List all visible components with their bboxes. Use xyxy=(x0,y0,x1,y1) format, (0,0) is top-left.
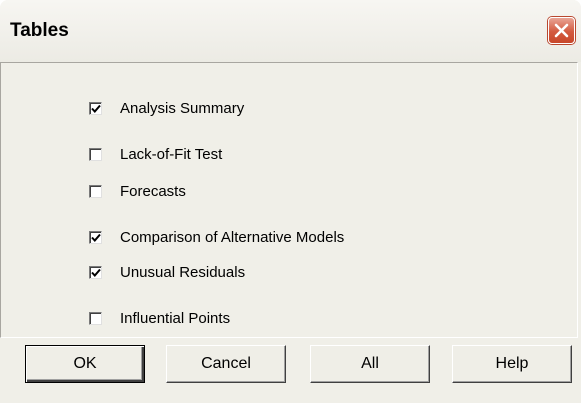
option-influential-points[interactable]: Influential Points xyxy=(89,307,230,329)
option-unusual-residuals[interactable]: Unusual Residuals xyxy=(89,261,245,283)
option-label: Comparison of Alternative Models xyxy=(120,228,345,246)
comparison-models-checkbox[interactable] xyxy=(89,230,102,244)
close-x-icon xyxy=(554,23,569,38)
option-forecasts[interactable]: Forecasts xyxy=(89,180,186,202)
ok-button[interactable]: OK xyxy=(25,345,145,383)
checkmark-icon xyxy=(91,233,101,242)
tables-dialog: Tables Analysis Summary Lack-of-Fit Test… xyxy=(0,0,581,403)
dialog-content: Analysis Summary Lack-of-Fit Test Foreca… xyxy=(0,62,581,403)
all-button[interactable]: All xyxy=(310,345,430,383)
close-button[interactable] xyxy=(548,17,575,44)
options-group: Analysis Summary Lack-of-Fit Test Foreca… xyxy=(0,62,578,338)
help-button[interactable]: Help xyxy=(452,345,572,383)
option-analysis-summary[interactable]: Analysis Summary xyxy=(89,97,244,119)
forecasts-checkbox[interactable] xyxy=(89,184,102,198)
option-label: Forecasts xyxy=(120,182,186,200)
title-bar[interactable]: Tables xyxy=(0,0,581,62)
option-label: Influential Points xyxy=(120,309,231,327)
checkmark-icon xyxy=(91,104,101,113)
unusual-residuals-checkbox[interactable] xyxy=(89,265,102,279)
influential-points-checkbox[interactable] xyxy=(89,311,102,325)
lack-of-fit-test-checkbox[interactable] xyxy=(89,147,102,161)
option-label: Lack-of-Fit Test xyxy=(120,145,223,163)
dialog-title: Tables xyxy=(10,20,69,41)
option-label: Unusual Residuals xyxy=(120,263,246,281)
checkmark-icon xyxy=(91,268,101,277)
cancel-button[interactable]: Cancel xyxy=(166,345,286,383)
option-lack-of-fit-test[interactable]: Lack-of-Fit Test xyxy=(89,143,222,165)
analysis-summary-checkbox[interactable] xyxy=(89,101,102,115)
option-comparison-of-alternative-models[interactable]: Comparison of Alternative Models xyxy=(89,226,344,248)
option-label: Analysis Summary xyxy=(120,99,245,117)
